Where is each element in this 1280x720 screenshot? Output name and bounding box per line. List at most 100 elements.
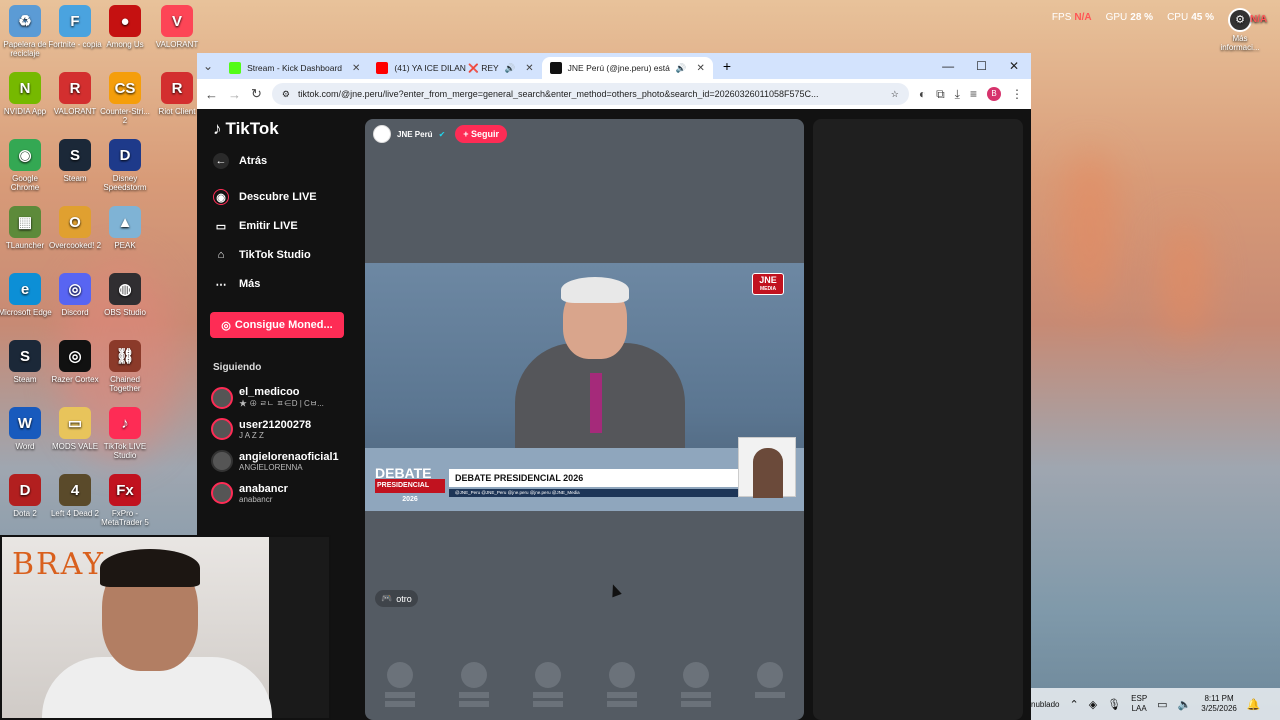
nav-tiktok-studio[interactable]: ⌂ TikTok Studio	[213, 247, 311, 263]
desktop-icon-label: Steam	[63, 174, 87, 183]
defender-icon[interactable]: ◈	[1089, 698, 1097, 711]
close-tab-icon[interactable]: ✕	[352, 63, 360, 74]
url-text[interactable]: tiktok.com/@jne.peru/live?enter_from_mer…	[298, 89, 883, 99]
gift-placeholder	[681, 662, 711, 710]
desktop-icon[interactable]: ♻ Papelera de reciclaje	[0, 5, 52, 58]
notification-icon[interactable]: 🔔	[1247, 698, 1261, 711]
maximize-icon[interactable]: ☐	[976, 59, 987, 73]
desktop-icon[interactable]: ◉ Google Chrome	[0, 139, 52, 192]
reload-icon[interactable]: ↻	[251, 86, 262, 102]
tab-title: JNE Perú (@jne.peru) está	[567, 63, 670, 73]
desktop-icon[interactable]: CS Counter-Stri... 2	[98, 72, 152, 125]
audio-icon[interactable]: 🔊	[505, 63, 516, 74]
tab-tiktok[interactable]: JNE Perú (@jne.peru) está 🔊 ✕	[541, 57, 713, 79]
forward-icon[interactable]: →	[228, 87, 241, 102]
desktop-icon[interactable]: S Steam	[0, 340, 52, 384]
desktop-icon[interactable]: O Overcooked! 2	[48, 206, 102, 250]
studio-icon: ⌂	[217, 249, 225, 261]
video-frame[interactable]: JNE MEDIA DEBATE PRESIDENCIAL 2026 DEBATE P…	[365, 263, 804, 511]
extension-icon[interactable]: ◐	[919, 87, 926, 101]
get-coins-button[interactable]: ◎ Consigue Moned...	[210, 312, 344, 338]
tab-kick[interactable]: Stream - Kick Dashboard ✕	[221, 57, 368, 79]
clock[interactable]: 8:11 PM 3/25/2026	[1201, 694, 1237, 714]
following-item[interactable]: anabancr anabancr	[211, 482, 288, 504]
mouse-cursor-icon	[608, 582, 622, 598]
close-tab-icon[interactable]: ✕	[696, 63, 704, 74]
desktop-icon-label: Chained Together	[109, 375, 141, 393]
desktop-icon-label: VALORANT	[53, 107, 97, 116]
desktop-icon[interactable]: F Fortnite - copia	[48, 5, 102, 49]
desktop-icon-label: Left 4 Dead 2	[50, 509, 100, 518]
channel-name[interactable]: JNE Perú	[397, 130, 433, 139]
following-item[interactable]: user21200278 J A Z Z	[211, 418, 311, 440]
puzzle-icon[interactable]: ⧉	[936, 87, 945, 102]
site-info-icon[interactable]: ⚙	[282, 89, 290, 100]
tab-search-icon[interactable]: ⌄	[203, 59, 213, 73]
desktop-icon[interactable]: N NVIDIA App	[0, 72, 52, 116]
channel-header: JNE Perú ✔ + Seguir	[373, 125, 508, 143]
nav-emitir-live[interactable]: ▭ Emitir LIVE	[213, 218, 298, 234]
profile-avatar[interactable]: B	[987, 87, 1001, 101]
address-bar[interactable]: ⚙ tiktok.com/@jne.peru/live?enter_from_m…	[271, 83, 909, 105]
download-icon[interactable]: ⤓	[955, 87, 960, 102]
desktop-icon[interactable]: W Word	[0, 407, 52, 451]
follow-button[interactable]: + Seguir	[455, 125, 508, 143]
language-indicator[interactable]: ESP LAA	[1131, 694, 1147, 714]
camera-icon: ▭	[215, 220, 227, 233]
desktop-icon[interactable]: R VALORANT	[48, 72, 102, 116]
back-icon[interactable]: ←	[205, 87, 218, 102]
app-icon: S	[9, 340, 41, 372]
close-tab-icon[interactable]: ✕	[525, 63, 533, 74]
microphone-icon[interactable]: 🎙	[1107, 698, 1121, 711]
desktop-icon[interactable]: ♪ TikTok LIVE Studio	[98, 407, 152, 460]
more-info-widget[interactable]: ⚙ N/A Más informaci...	[1214, 8, 1267, 52]
channel-avatar[interactable]	[373, 125, 391, 143]
desktop-icon[interactable]: S Steam	[48, 139, 102, 183]
audio-icon[interactable]: 🔊	[676, 63, 687, 74]
desktop-icon[interactable]: ▲ PEAK	[98, 206, 152, 250]
desktop-icon[interactable]: D Dota 2	[0, 474, 52, 518]
desktop-icon[interactable]: ● Among Us	[98, 5, 152, 49]
app-icon: ◎	[59, 340, 91, 372]
bookmark-star-icon[interactable]: ☆	[891, 89, 899, 100]
nav-descubre-live[interactable]: ◉ Descubre LIVE	[213, 189, 317, 205]
new-tab-button[interactable]: +	[723, 58, 731, 74]
category-badge[interactable]: 🎮 otro	[375, 590, 418, 607]
desktop-icon[interactable]: R Riot Client	[150, 72, 204, 116]
volume-icon[interactable]: 🔈	[1178, 698, 1192, 711]
weather-text[interactable]: nublado	[1031, 700, 1059, 709]
close-window-icon[interactable]: ✕	[1009, 59, 1019, 73]
app-icon: 4	[59, 474, 91, 506]
app-icon: ♻	[9, 5, 41, 37]
desktop-icon[interactable]: ◍ OBS Studio	[98, 273, 152, 317]
gift-placeholder	[385, 662, 415, 710]
desktop-icon[interactable]: ◎ Razer Cortex	[48, 340, 102, 384]
media-icon[interactable]: ≡	[970, 87, 977, 101]
network-icon[interactable]: ▭	[1157, 698, 1167, 711]
desktop-icon-label: FxPro - MetaTrader 5	[101, 509, 149, 527]
tiktok-logo[interactable]: ♪ TikTok	[213, 119, 279, 139]
back-link[interactable]: ← Atrás	[213, 153, 267, 169]
speaker-tie	[590, 373, 602, 433]
app-icon: CS	[109, 72, 141, 104]
desktop-icon[interactable]: e Microsoft Edge	[0, 273, 52, 317]
live-player[interactable]: JNE Perú ✔ + Seguir JNE MEDIA DEBATE PRESI…	[365, 119, 804, 720]
desktop-icon[interactable]: ⛓ Chained Together	[98, 340, 152, 393]
following-item[interactable]: el_medicoo ★ ⊕ ㄹㄴ ㅍ∈D | Cㅂ...	[211, 386, 324, 409]
desktop-icon-label: Discord	[61, 308, 89, 317]
desktop-icon[interactable]: Fx FxPro - MetaTrader 5	[98, 474, 152, 527]
widget-icon: ⚙	[1228, 8, 1252, 32]
desktop-icon[interactable]: 4 Left 4 Dead 2	[48, 474, 102, 518]
chevron-up-icon[interactable]: ⌃	[1069, 698, 1078, 711]
minimize-icon[interactable]: —	[942, 59, 954, 73]
desktop-icon[interactable]: V VALORANT	[150, 5, 204, 49]
desktop-icon[interactable]: ▦ TLauncher	[0, 206, 52, 250]
menu-icon[interactable]: ⋮	[1011, 87, 1023, 101]
nav-mas[interactable]: ⋯ Más	[213, 276, 261, 292]
tab-youtube[interactable]: (41) YA ICE DILAN ❌ REY 🔊 ✕	[368, 57, 541, 79]
desktop-icon[interactable]: D Disney Speedstorm	[98, 139, 152, 192]
avatar	[211, 450, 233, 472]
following-item[interactable]: angielorenaoficial1 ANGIELORENNA	[211, 450, 339, 472]
desktop-icon[interactable]: ◎ Discord	[48, 273, 102, 317]
desktop-icon[interactable]: ▭ MODS VALE	[48, 407, 102, 451]
